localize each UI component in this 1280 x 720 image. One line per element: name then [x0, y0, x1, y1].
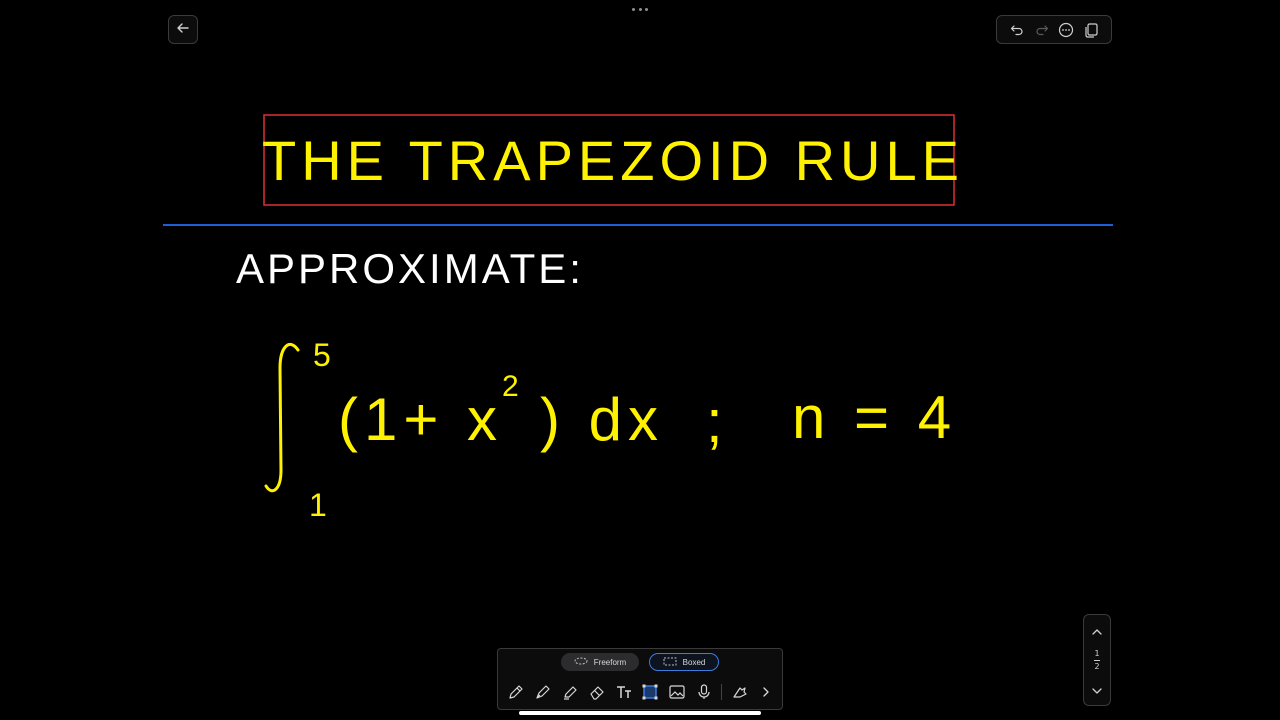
separator: ; — [706, 388, 723, 455]
home-indicator[interactable] — [519, 711, 761, 715]
integrand-text: (1+ x — [338, 386, 503, 453]
mode-switcher: Freeform Boxed — [498, 653, 782, 673]
board-title: THE TRAPEZOID RULE — [262, 129, 964, 192]
chevron-right-icon[interactable] — [756, 682, 776, 702]
boxed-mode-button[interactable]: Boxed — [649, 653, 719, 671]
highlighter-icon[interactable] — [560, 682, 580, 702]
microphone-icon[interactable] — [694, 682, 714, 702]
upper-limit: 5 — [313, 337, 331, 373]
tool-row — [506, 681, 776, 703]
condition-text: n = 4 — [792, 384, 957, 451]
board-drawing: THE TRAPEZOID RULE APPROXIMATE: 5 1 (1+ … — [163, 114, 1113, 523]
page-indicator: 1 2 — [1094, 649, 1100, 672]
total-pages: 2 — [1094, 661, 1100, 671]
tool-divider — [721, 684, 723, 700]
pen-icon[interactable] — [506, 682, 526, 702]
page-navigator: 1 2 — [1083, 614, 1111, 706]
bottom-toolbar: Freeform Boxed — [497, 648, 783, 710]
freeform-label: Freeform — [593, 657, 627, 667]
integrand-closing: ) dx — [540, 386, 664, 453]
instruction-text: APPROXIMATE: — [236, 245, 584, 292]
fountain-pen-icon[interactable] — [533, 682, 553, 702]
chevron-up-icon[interactable] — [1091, 621, 1103, 640]
lower-limit: 1 — [309, 487, 327, 523]
boxed-select-icon — [663, 657, 677, 668]
current-page: 1 — [1094, 648, 1100, 658]
box-select-icon[interactable] — [640, 682, 660, 702]
page-separator — [1094, 659, 1100, 661]
text-icon[interactable] — [614, 682, 634, 702]
integrand-exponent: 2 — [502, 370, 519, 403]
eraser-icon[interactable] — [587, 682, 607, 702]
chevron-down-icon[interactable] — [1091, 680, 1103, 699]
whiteboard-canvas[interactable]: THE TRAPEZOID RULE APPROXIMATE: 5 1 (1+ … — [0, 0, 1280, 720]
freeform-lasso-icon — [574, 657, 588, 667]
freeform-mode-button[interactable]: Freeform — [561, 653, 639, 671]
lasso-icon[interactable] — [729, 682, 749, 702]
boxed-label: Boxed — [682, 657, 706, 667]
integral-sign — [264, 343, 300, 493]
image-icon[interactable] — [667, 682, 687, 702]
